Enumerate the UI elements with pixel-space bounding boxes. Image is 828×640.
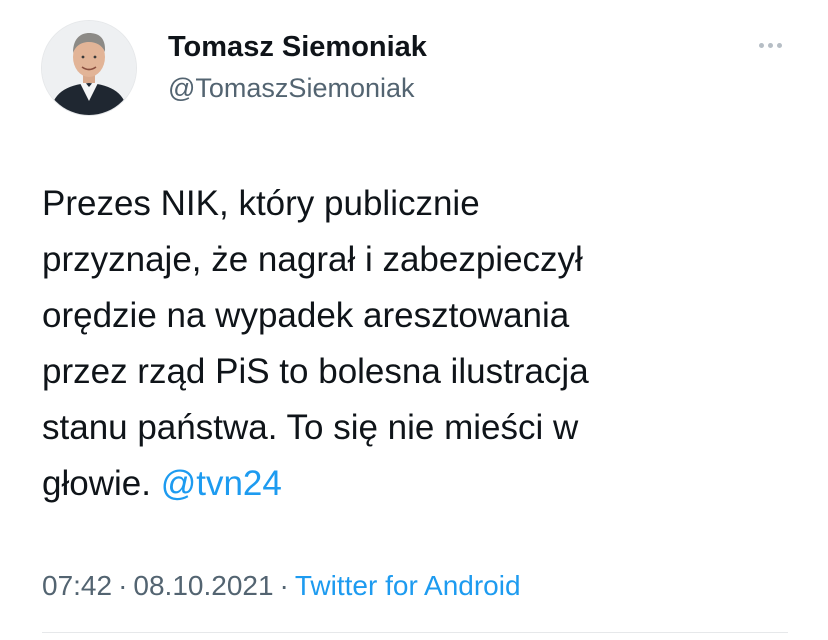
tweet-source-link[interactable]: Twitter for Android bbox=[295, 570, 521, 601]
tweet-text-line: orędzie na wypadek aresztowania bbox=[42, 296, 570, 335]
author-handle[interactable]: @TomaszSiemoniak bbox=[168, 72, 415, 104]
tweet-text-fragment: głowie. bbox=[42, 464, 151, 503]
tweet-text-line: przez rząd PiS to bolesna ilustracja bbox=[42, 352, 589, 391]
tweet-text-line: przyznaje, że nagrał i zabezpieczył bbox=[42, 240, 583, 279]
tweet-text-line: Prezes NIK, który publicznie bbox=[42, 184, 480, 223]
tweet-card: Tomasz Siemoniak @TomaszSiemoniak Prezes… bbox=[0, 0, 828, 640]
tweet-text-line-last: głowie. @tvn24 bbox=[42, 456, 782, 512]
more-horizontal-icon-dot bbox=[776, 42, 782, 48]
meta-separator: · bbox=[279, 570, 289, 601]
more-horizontal-icon bbox=[758, 42, 764, 48]
meta-separator: · bbox=[118, 570, 128, 601]
tweet-meta: 07:42 · 08.10.2021 · Twitter for Android bbox=[42, 568, 521, 604]
divider bbox=[42, 632, 788, 633]
more-options-button[interactable] bbox=[746, 30, 794, 60]
more-horizontal-icon-dot bbox=[767, 42, 773, 48]
tweet-date[interactable]: 08.10.2021 bbox=[133, 570, 273, 601]
author-display-name[interactable]: Tomasz Siemoniak bbox=[168, 30, 427, 64]
tweet-text-line: stanu państwa. To się nie mieści w bbox=[42, 408, 579, 447]
avatar[interactable] bbox=[41, 20, 137, 116]
tweet-text: Prezes NIK, który publicznie przyznaje, … bbox=[42, 176, 782, 512]
tweet-time[interactable]: 07:42 bbox=[42, 570, 112, 601]
mention-link[interactable]: @tvn24 bbox=[161, 464, 282, 503]
profile-photo-icon bbox=[42, 21, 136, 115]
